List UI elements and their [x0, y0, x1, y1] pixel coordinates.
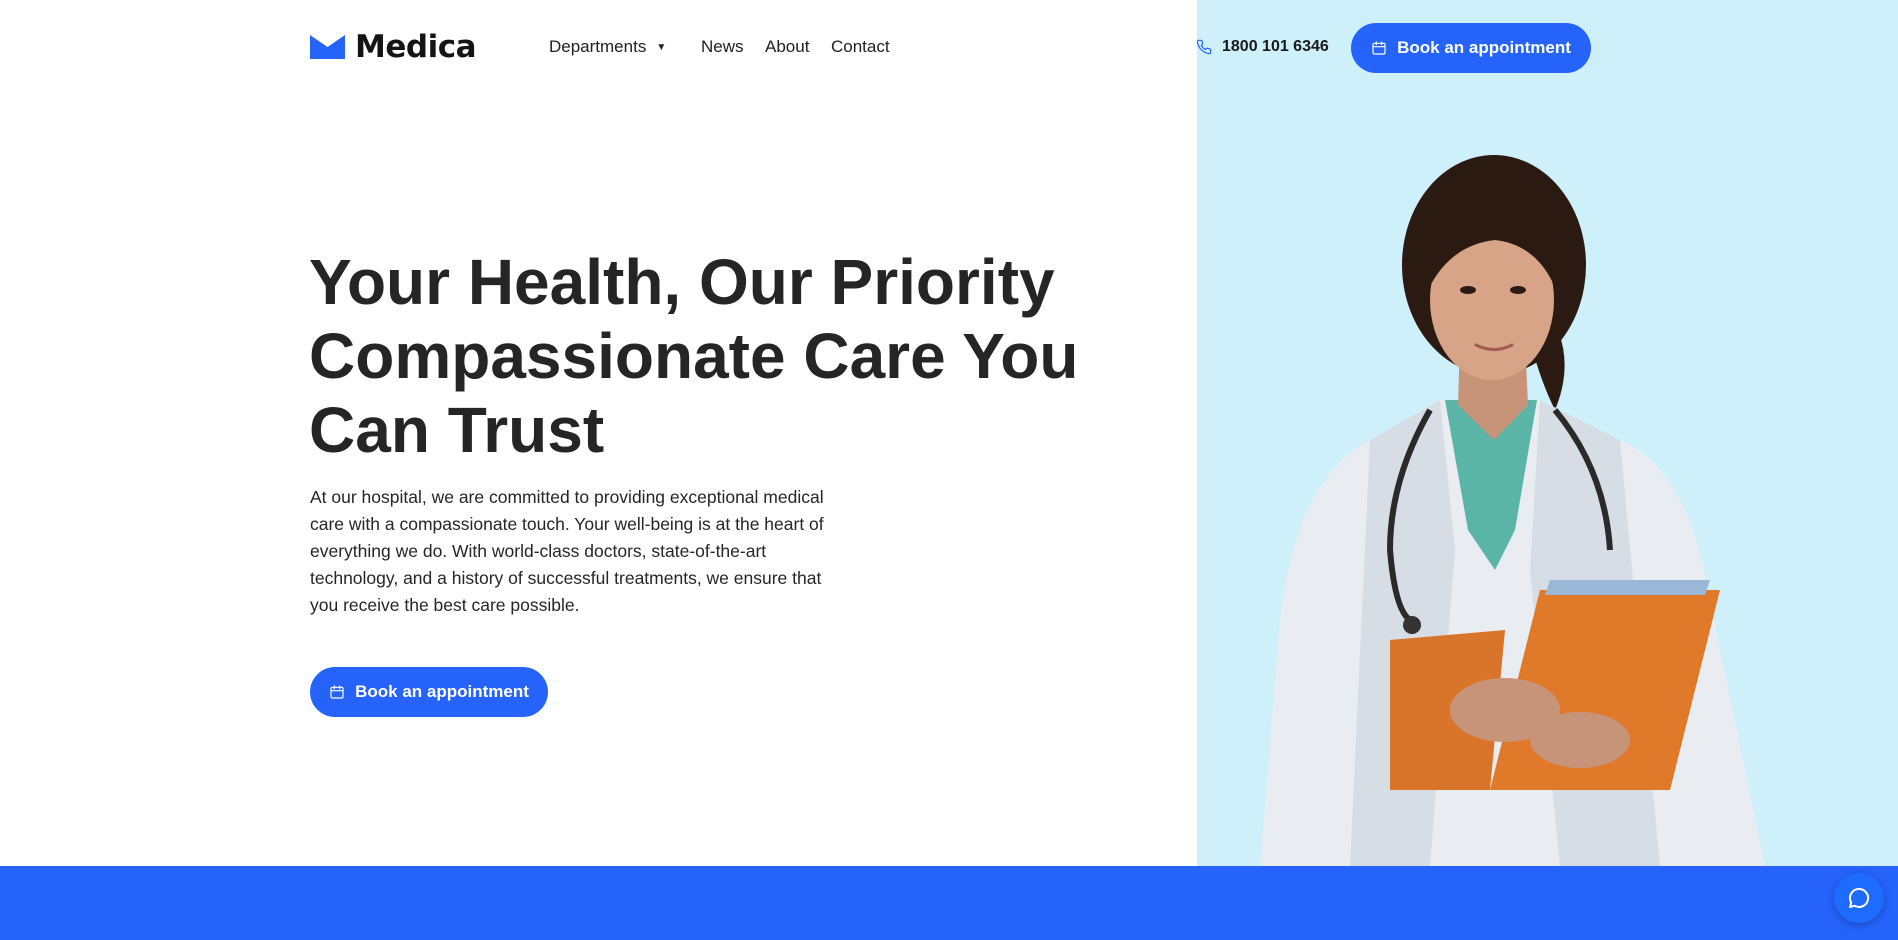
nav-news[interactable]: News [701, 37, 765, 57]
hero-title-line-1: Your Health, Our Priority [309, 246, 1055, 318]
footer-band [0, 866, 1898, 940]
hero-title-line-3: Can Trust [309, 394, 605, 466]
logo-mark-icon [310, 35, 345, 59]
header-book-appointment-button[interactable]: Book an appointment [1351, 23, 1591, 73]
logo[interactable]: Medica [310, 28, 477, 65]
hero-book-appointment-button[interactable]: Book an appointment [310, 667, 548, 717]
nav-about[interactable]: About [765, 37, 831, 57]
phone-link[interactable]: 1800 101 6346 [1196, 38, 1329, 56]
caret-down-icon: ▼ [656, 41, 667, 53]
logo-text: Medica [355, 28, 477, 65]
hero-description: At our hospital, we are committed to pro… [310, 487, 824, 615]
main-nav: Departments ▼ News About Contact [549, 37, 890, 57]
doctor-image [1260, 155, 1765, 866]
phone-number: 1800 101 6346 [1222, 38, 1329, 55]
header-book-appointment-label: Book an appointment [1397, 38, 1571, 57]
hero-title: Your Health, Our Priority Compassionate … [309, 245, 1109, 467]
nav-departments[interactable]: Departments ▼ [549, 37, 701, 57]
chat-bubble-icon [1849, 887, 1870, 908]
hero-title-line-2: Compassionate Care You [309, 320, 1079, 392]
phone-icon [1196, 39, 1212, 55]
nav-departments-label: Departments [549, 37, 647, 56]
calendar-icon [330, 685, 344, 699]
calendar-icon [1372, 41, 1386, 55]
hero-book-appointment-label: Book an appointment [355, 682, 529, 701]
nav-contact[interactable]: Contact [831, 37, 890, 57]
chat-button[interactable] [1834, 873, 1884, 923]
